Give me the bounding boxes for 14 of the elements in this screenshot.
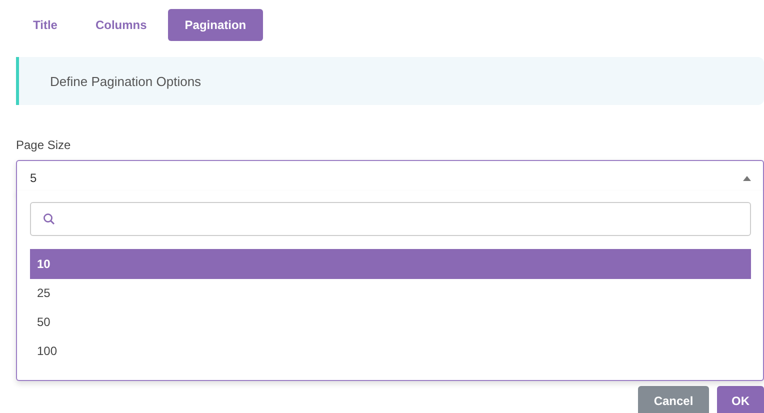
search-icon xyxy=(43,213,55,225)
dropdown-option[interactable]: 50 xyxy=(30,308,751,337)
dropdown-option[interactable]: 10 xyxy=(30,249,751,279)
field-label: Page Size xyxy=(16,138,71,152)
tab[interactable]: Title xyxy=(16,9,74,41)
search-field[interactable] xyxy=(30,202,751,236)
tab[interactable]: Columns xyxy=(78,9,164,41)
dropdown-option[interactable]: 100 xyxy=(30,337,751,366)
info-banner: Define Pagination Options xyxy=(16,57,764,105)
ok-button[interactable]: OK xyxy=(717,386,764,413)
caret-icon xyxy=(743,174,751,180)
cancel-button[interactable]: Cancel xyxy=(638,386,709,413)
tab[interactable]: Pagination xyxy=(168,9,264,41)
dropdown-option[interactable]: 25 xyxy=(30,279,751,308)
